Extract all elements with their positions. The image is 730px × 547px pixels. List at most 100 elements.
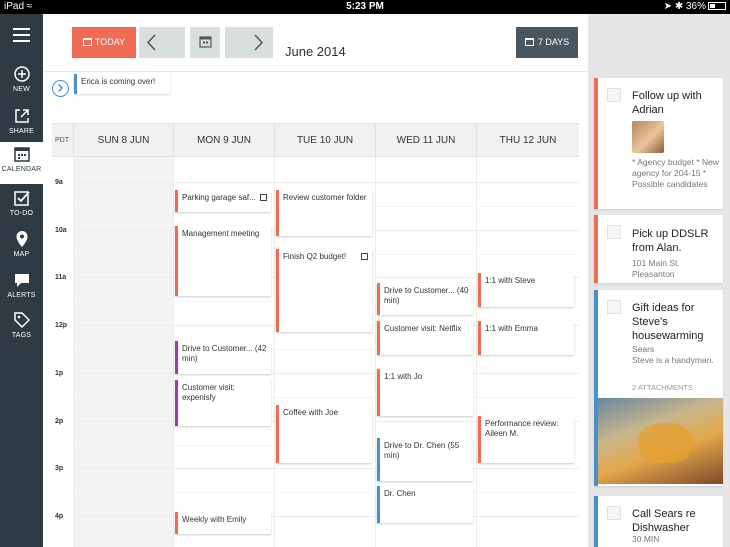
sidebar-item-label: SHARE [8, 128, 35, 135]
divider [274, 157, 275, 547]
divider [43, 71, 588, 72]
map-pin-icon [16, 231, 27, 247]
todo-checkbox[interactable] [607, 225, 621, 239]
todo-note: Sears Steve is a handyman. [632, 344, 714, 365]
calendar-event[interactable]: Weekly with Emily [175, 512, 271, 534]
calendar-event[interactable]: 1:1 with Steve [478, 273, 574, 307]
day-header[interactable]: THU 12 JUN [476, 124, 579, 158]
attachment-count[interactable]: 2 ATTACHMENTS [632, 382, 719, 393]
hour-label: 12p [55, 322, 68, 329]
timezone-label: PDT [55, 137, 69, 144]
view-range-button[interactable]: 7 DAYS [516, 27, 578, 58]
today-button[interactable]: TODAY [72, 27, 136, 58]
today-label: TODAY [94, 37, 126, 47]
calendar-event[interactable]: Parking garage saf... [175, 190, 271, 212]
todo-card[interactable]: Follow up with Adrian * Agency budget * … [594, 78, 723, 209]
speech-bubble-icon [14, 274, 29, 287]
day-header[interactable]: WED 11 JUN [375, 124, 476, 158]
sidebar-item-label: TAGS [11, 332, 32, 339]
todo-note: 30 MIN [632, 534, 660, 544]
calendar-icon [199, 36, 212, 48]
plus-circle-icon [13, 66, 30, 82]
weekend-column [73, 157, 173, 547]
sidebar-item-todo[interactable]: TO-DO [0, 186, 43, 226]
sidebar-item-label: NEW [13, 86, 30, 93]
calendar-event[interactable]: Drive to Customer... (40 min) [377, 283, 473, 315]
todo-title: Pick up DDSLR from Alan. [632, 228, 709, 254]
divider [73, 492, 579, 493]
share-icon [14, 109, 29, 123]
calendar-icon [13, 147, 30, 162]
calendar-event[interactable]: Review customer folder [276, 190, 372, 236]
calendar-icon [524, 38, 534, 46]
hour-label: 11a [55, 274, 67, 281]
chevron-right-icon [58, 84, 63, 92]
hour-label: 3p [55, 465, 64, 472]
todo-checkbox[interactable] [607, 506, 621, 520]
calendar-event[interactable]: Drive to Dr. Chen (55 min) [377, 438, 473, 481]
mini-calendar-button[interactable] [190, 27, 220, 58]
week-calendar: PDT SUN 8 JUN MON 9 JUN TUE 10 JUN WED 1… [52, 123, 579, 547]
event-checkbox[interactable] [361, 253, 368, 260]
day-header[interactable]: TUE 10 JUN [274, 124, 375, 158]
calendar-event[interactable]: 1:1 with Emma [478, 321, 574, 355]
next-week-button[interactable] [225, 27, 273, 58]
divider [73, 157, 74, 547]
sidebar-item-alerts[interactable]: ALERTS [0, 268, 43, 308]
calendar-event[interactable]: 1:1 with Jo [377, 369, 473, 416]
todo-card[interactable]: Gift ideas for Steve's housewarming Sear… [594, 290, 723, 486]
todo-card[interactable]: Call Sears re Dishwasher 30 MIN [594, 496, 723, 547]
calendar-event[interactable]: Dr. Chen [377, 486, 473, 523]
divider [173, 157, 174, 547]
event-checkbox[interactable] [260, 194, 267, 201]
hour-label: 9a [55, 179, 63, 186]
calendar-event[interactable]: Performance review: Aileen M. [478, 416, 574, 463]
sidebar-item-map[interactable]: MAP [0, 227, 43, 267]
calendar-event[interactable]: Customer visit: Netflix [377, 321, 473, 355]
todo-title: Gift ideas for Steve's housewarming [632, 302, 704, 342]
previous-week-button[interactable] [139, 27, 185, 58]
divider [73, 373, 579, 374]
todo-checkbox[interactable] [607, 88, 621, 102]
chevron-left-icon [146, 34, 156, 51]
calendar-event[interactable]: Customer visit: expenisfy [175, 380, 271, 426]
sidebar-item-tags[interactable]: TAGS [0, 308, 43, 348]
hour-label: 4p [55, 513, 64, 520]
calendar-body[interactable]: 9a 10a 11a 12p 1p 2p 3p 4p Parking garag… [52, 157, 579, 547]
todo-panel: Follow up with Adrian * Agency budget * … [588, 14, 730, 547]
todo-note: * Agency budget * New agency for 204-15 … [632, 157, 719, 189]
calendar-event[interactable]: Finish Q2 budget! [276, 249, 372, 332]
sidebar-item-calendar[interactable]: CALENDAR [0, 142, 43, 184]
todo-title: Call Sears re Dishwasher [632, 508, 696, 534]
sidebar-item-label: CALENDAR [1, 166, 42, 173]
battery-status: ➤ ✱ 36% [664, 1, 726, 12]
todo-card[interactable]: Pick up DDSLR from Alan. 101 Main St. Pl… [594, 215, 723, 283]
calendar-event[interactable]: Drive to Customer... (42 min) [175, 341, 271, 374]
divider [73, 516, 579, 517]
chevron-right-icon [254, 34, 264, 51]
divider [476, 157, 477, 547]
calendar-icon [82, 38, 92, 46]
view-range-label: 7 DAYS [537, 37, 570, 47]
tag-icon [13, 312, 30, 329]
sidebar-item-label: MAP [13, 251, 30, 258]
hour-label: 1p [55, 370, 64, 377]
hour-label: 2p [55, 418, 64, 425]
attachment-image[interactable] [598, 398, 723, 484]
page-title: June 2014 [285, 44, 346, 59]
all-day-event[interactable]: Erica is coming over! [74, 74, 170, 94]
sidebar-item-new[interactable]: NEW [0, 62, 43, 102]
todo-note: 101 Main St. Pleasanton [632, 258, 680, 279]
day-header[interactable]: SUN 8 JUN [73, 124, 173, 158]
todo-checkbox[interactable] [607, 300, 621, 314]
clock: 5:23 PM [346, 1, 384, 12]
divider [73, 182, 579, 183]
sidebar-item-share[interactable]: SHARE [0, 104, 43, 144]
calendar-event[interactable]: Coffee with Joe [276, 405, 372, 463]
menu-button[interactable] [0, 14, 43, 58]
divider [375, 157, 376, 547]
day-headers: PDT SUN 8 JUN MON 9 JUN TUE 10 JUN WED 1… [52, 123, 579, 158]
day-header[interactable]: MON 9 JUN [173, 124, 274, 158]
expand-all-day-button[interactable] [52, 80, 69, 97]
calendar-event[interactable]: Management meeting [175, 226, 271, 296]
